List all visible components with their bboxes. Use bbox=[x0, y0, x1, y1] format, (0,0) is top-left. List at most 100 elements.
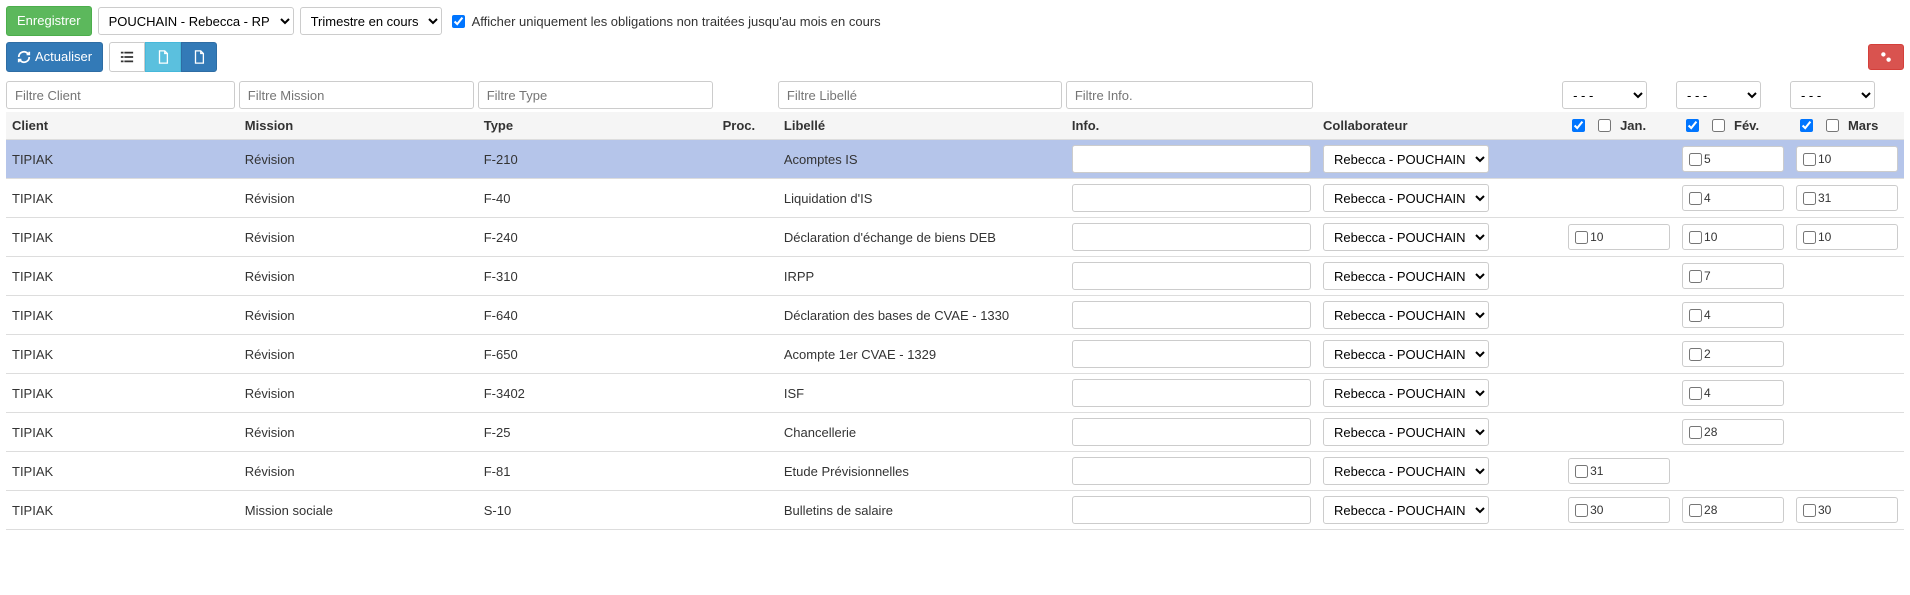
month-cell[interactable]: 30 bbox=[1568, 497, 1670, 523]
collab-select[interactable]: Rebecca - POUCHAIN bbox=[1323, 145, 1489, 173]
info-input[interactable] bbox=[1072, 262, 1311, 290]
export-file-button[interactable] bbox=[145, 42, 181, 72]
month-cell[interactable]: 4 bbox=[1682, 380, 1784, 406]
month-cell[interactable]: 10 bbox=[1568, 224, 1670, 250]
info-input[interactable] bbox=[1072, 418, 1311, 446]
info-input[interactable] bbox=[1072, 340, 1311, 368]
save-button[interactable]: Enregistrer bbox=[6, 6, 92, 36]
save-button-label: Enregistrer bbox=[17, 12, 81, 30]
month-done-checkbox[interactable] bbox=[1689, 387, 1702, 400]
month-done-checkbox[interactable] bbox=[1689, 231, 1702, 244]
month-cell[interactable]: 30 bbox=[1796, 497, 1898, 523]
fev-check-all[interactable] bbox=[1686, 119, 1699, 132]
collab-select[interactable]: Rebecca - POUCHAIN bbox=[1323, 223, 1489, 251]
filter-mission-input[interactable] bbox=[239, 81, 474, 109]
month-cell[interactable]: 7 bbox=[1682, 263, 1784, 289]
filter-mar-select[interactable]: - - - bbox=[1790, 81, 1875, 109]
collab-select[interactable]: Rebecca - POUCHAIN bbox=[1323, 418, 1489, 446]
month-done-checkbox[interactable] bbox=[1689, 348, 1702, 361]
fev-uncheck-all[interactable] bbox=[1712, 119, 1725, 132]
month-done-checkbox[interactable] bbox=[1689, 153, 1702, 166]
month-cell[interactable]: 2 bbox=[1682, 341, 1784, 367]
filter-jan-select[interactable]: - - - bbox=[1562, 81, 1647, 109]
header-mission[interactable]: Mission bbox=[239, 112, 478, 140]
info-input[interactable] bbox=[1072, 379, 1311, 407]
collab-select[interactable]: Rebecca - POUCHAIN bbox=[1323, 457, 1489, 485]
filter-fev-select[interactable]: - - - bbox=[1676, 81, 1761, 109]
collab-select[interactable]: Rebecca - POUCHAIN bbox=[1323, 496, 1489, 524]
jan-uncheck-all[interactable] bbox=[1598, 119, 1611, 132]
month-done-checkbox[interactable] bbox=[1575, 231, 1588, 244]
month-done-checkbox[interactable] bbox=[1803, 153, 1816, 166]
filter-unhandled-checkbox[interactable] bbox=[452, 15, 465, 28]
month-cell[interactable]: 31 bbox=[1568, 458, 1670, 484]
table-row[interactable]: TIPIAKRévisionF-640Déclaration des bases… bbox=[6, 296, 1904, 335]
cell-collab: Rebecca - POUCHAIN bbox=[1317, 140, 1562, 179]
header-proc[interactable]: Proc. bbox=[717, 112, 778, 140]
table-row[interactable]: TIPIAKRévisionF-310IRPPRebecca - POUCHAI… bbox=[6, 257, 1904, 296]
month-done-checkbox[interactable] bbox=[1803, 231, 1816, 244]
month-done-checkbox[interactable] bbox=[1689, 192, 1702, 205]
refresh-button[interactable]: Actualiser bbox=[6, 42, 103, 72]
table-row[interactable]: TIPIAKRévisionF-3402ISFRebecca - POUCHAI… bbox=[6, 374, 1904, 413]
collaborator-select[interactable]: POUCHAIN - Rebecca - RP bbox=[98, 7, 294, 35]
month-done-checkbox[interactable] bbox=[1575, 465, 1588, 478]
view-list-button[interactable] bbox=[109, 42, 145, 72]
table-row[interactable]: TIPIAKRévisionF-81Etude PrévisionnellesR… bbox=[6, 452, 1904, 491]
table-row[interactable]: TIPIAKRévisionF-650Acompte 1er CVAE - 13… bbox=[6, 335, 1904, 374]
cell-mission: Révision bbox=[239, 179, 478, 218]
month-done-checkbox[interactable] bbox=[1689, 270, 1702, 283]
month-done-checkbox[interactable] bbox=[1689, 426, 1702, 439]
header-info[interactable]: Info. bbox=[1066, 112, 1317, 140]
month-cell[interactable]: 5 bbox=[1682, 146, 1784, 172]
month-done-checkbox[interactable] bbox=[1575, 504, 1588, 517]
month-cell[interactable]: 10 bbox=[1682, 224, 1784, 250]
month-cell[interactable]: 10 bbox=[1796, 224, 1898, 250]
table-row[interactable]: TIPIAKMission socialeS-10Bulletins de sa… bbox=[6, 491, 1904, 530]
info-input[interactable] bbox=[1072, 301, 1311, 329]
month-done-checkbox[interactable] bbox=[1689, 504, 1702, 517]
settings-button[interactable] bbox=[1868, 44, 1904, 70]
header-jan[interactable]: Jan. bbox=[1562, 112, 1676, 140]
filter-client-input[interactable] bbox=[6, 81, 235, 109]
header-type[interactable]: Type bbox=[478, 112, 717, 140]
info-input[interactable] bbox=[1072, 457, 1311, 485]
header-fev[interactable]: Fév. bbox=[1676, 112, 1790, 140]
filter-info-input[interactable] bbox=[1066, 81, 1313, 109]
month-cell[interactable]: 31 bbox=[1796, 185, 1898, 211]
header-mar[interactable]: Mars bbox=[1790, 112, 1904, 140]
month-cell[interactable]: 28 bbox=[1682, 419, 1784, 445]
mar-check-all[interactable] bbox=[1800, 119, 1813, 132]
table-row[interactable]: TIPIAKRévisionF-240Déclaration d'échange… bbox=[6, 218, 1904, 257]
collab-select[interactable]: Rebecca - POUCHAIN bbox=[1323, 340, 1489, 368]
header-client[interactable]: Client bbox=[6, 112, 239, 140]
filter-type-input[interactable] bbox=[478, 81, 713, 109]
period-select[interactable]: Trimestre en cours bbox=[300, 7, 442, 35]
filter-unhandled-label[interactable]: Afficher uniquement les obligations non … bbox=[448, 12, 881, 31]
collab-select[interactable]: Rebecca - POUCHAIN bbox=[1323, 379, 1489, 407]
month-cell[interactable]: 4 bbox=[1682, 302, 1784, 328]
mar-uncheck-all[interactable] bbox=[1826, 119, 1839, 132]
table-row[interactable]: TIPIAKRévisionF-25ChancellerieRebecca - … bbox=[6, 413, 1904, 452]
collab-select[interactable]: Rebecca - POUCHAIN bbox=[1323, 262, 1489, 290]
collab-select[interactable]: Rebecca - POUCHAIN bbox=[1323, 184, 1489, 212]
month-cell[interactable]: 4 bbox=[1682, 185, 1784, 211]
file-export-icon bbox=[156, 50, 170, 64]
month-done-checkbox[interactable] bbox=[1689, 309, 1702, 322]
header-libelle[interactable]: Libellé bbox=[778, 112, 1066, 140]
table-row[interactable]: TIPIAKRévisionF-40Liquidation d'ISRebecc… bbox=[6, 179, 1904, 218]
month-done-checkbox[interactable] bbox=[1803, 192, 1816, 205]
collab-select[interactable]: Rebecca - POUCHAIN bbox=[1323, 301, 1489, 329]
export-file2-button[interactable] bbox=[181, 42, 217, 72]
info-input[interactable] bbox=[1072, 184, 1311, 212]
month-done-checkbox[interactable] bbox=[1803, 504, 1816, 517]
table-row[interactable]: TIPIAKRévisionF-210Acomptes ISRebecca - … bbox=[6, 140, 1904, 179]
month-cell[interactable]: 28 bbox=[1682, 497, 1784, 523]
jan-check-all[interactable] bbox=[1572, 119, 1585, 132]
filter-libelle-input[interactable] bbox=[778, 81, 1062, 109]
info-input[interactable] bbox=[1072, 223, 1311, 251]
info-input[interactable] bbox=[1072, 145, 1311, 173]
header-collab[interactable]: Collaborateur bbox=[1317, 112, 1562, 140]
month-cell[interactable]: 10 bbox=[1796, 146, 1898, 172]
info-input[interactable] bbox=[1072, 496, 1311, 524]
